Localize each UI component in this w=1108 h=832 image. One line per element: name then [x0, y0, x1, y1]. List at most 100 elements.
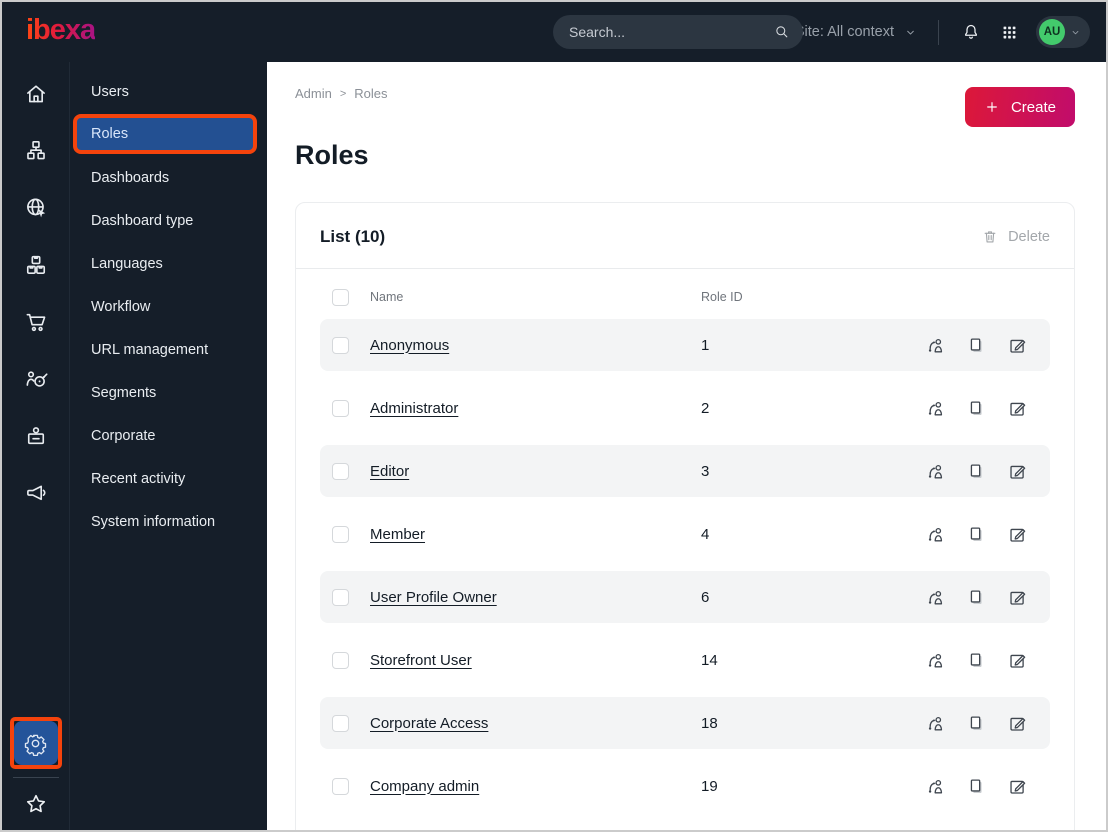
edit-button[interactable]	[1007, 776, 1028, 797]
copy-button[interactable]	[966, 398, 987, 419]
user-menu[interactable]: AU	[1036, 16, 1090, 48]
sidebar-item-label: Users	[91, 83, 129, 100]
edit-button[interactable]	[1007, 713, 1028, 734]
card-divider	[296, 268, 1074, 269]
edit-button[interactable]	[1007, 650, 1028, 671]
assign-user-icon	[925, 398, 946, 419]
role-name-link[interactable]: Corporate Access	[370, 715, 680, 732]
row-checkbox[interactable]	[332, 588, 349, 606]
rail-item-admin[interactable]	[13, 721, 58, 765]
global-search	[553, 15, 803, 49]
edit-button[interactable]	[1007, 461, 1028, 482]
role-name-link[interactable]: Member	[370, 526, 680, 543]
copy-icon	[966, 461, 987, 482]
row-checkbox[interactable]	[332, 651, 349, 669]
copy-button[interactable]	[966, 524, 987, 545]
assign-button[interactable]	[925, 650, 946, 671]
row-checkbox[interactable]	[332, 336, 349, 354]
sidebar-item-segments[interactable]: Segments	[70, 371, 267, 414]
rail-item-bookmarks[interactable]	[19, 787, 53, 821]
role-id-value: 4	[701, 525, 710, 543]
rail-item-site[interactable]	[23, 179, 49, 236]
assign-button[interactable]	[925, 587, 946, 608]
copy-button[interactable]	[966, 650, 987, 671]
edit-button[interactable]	[1007, 398, 1028, 419]
row-checkbox[interactable]	[332, 714, 349, 732]
table-row: Editor 3	[320, 445, 1050, 497]
row-actions	[925, 713, 1028, 734]
copy-button[interactable]	[966, 335, 987, 356]
row-actions	[925, 335, 1028, 356]
sidebar-item-system-information[interactable]: System information	[70, 500, 267, 543]
copy-icon	[966, 587, 987, 608]
sidebar-item-languages[interactable]: Languages	[70, 242, 267, 285]
role-name-link[interactable]: Editor	[370, 463, 680, 480]
edit-button[interactable]	[1007, 335, 1028, 356]
role-id-value: 3	[701, 462, 710, 480]
assign-button[interactable]	[925, 461, 946, 482]
sidebar-item-dashboards[interactable]: Dashboards	[70, 156, 267, 199]
sitemap-icon	[23, 138, 49, 164]
sidebar-item-users[interactable]: Users	[70, 70, 267, 113]
row-checkbox[interactable]	[332, 399, 349, 417]
sidebar-item-label: Recent activity	[91, 470, 186, 487]
copy-button[interactable]	[966, 587, 987, 608]
role-name-link[interactable]: Anonymous	[370, 337, 680, 354]
copy-button[interactable]	[966, 461, 987, 482]
rail-item-commerce[interactable]	[23, 293, 49, 350]
rail-item-marketing[interactable]	[23, 464, 49, 521]
sidebar-item-workflow[interactable]: Workflow	[70, 285, 267, 328]
row-checkbox[interactable]	[332, 525, 349, 543]
search-icon[interactable]	[773, 23, 790, 40]
assign-button[interactable]	[925, 335, 946, 356]
assign-user-icon	[925, 524, 946, 545]
table-row: Anonymous 1	[320, 319, 1050, 371]
roles-list-card: List (10) Delete Name Role ID Anonymous 1…	[295, 202, 1075, 830]
sidebar-item-dashboard-type[interactable]: Dashboard type	[70, 199, 267, 242]
role-name-link[interactable]: Storefront User	[370, 652, 680, 669]
rail-item-product-catalog[interactable]	[23, 236, 49, 293]
assign-button[interactable]	[925, 776, 946, 797]
breadcrumb-admin[interactable]: Admin	[295, 86, 332, 101]
assign-user-icon	[925, 587, 946, 608]
table-row: Company admin 19	[320, 760, 1050, 812]
role-name-link[interactable]: Administrator	[370, 400, 680, 417]
edit-button[interactable]	[1007, 524, 1028, 545]
create-button[interactable]: Create	[964, 87, 1075, 127]
rail-item-content-tree[interactable]	[23, 122, 49, 179]
rail-item-corporate[interactable]	[23, 407, 49, 464]
table-header: Name Role ID	[320, 275, 1050, 319]
sidebar-item-url-management[interactable]: URL management	[70, 328, 267, 371]
select-all-checkbox[interactable]	[332, 288, 349, 306]
sidebar-item-label: Roles	[91, 126, 129, 142]
row-checkbox[interactable]	[332, 777, 349, 795]
delete-button[interactable]: Delete	[981, 228, 1050, 246]
copy-button[interactable]	[966, 776, 987, 797]
grid-icon	[1000, 23, 1019, 42]
copy-icon	[966, 335, 987, 356]
sidebar-item-corporate[interactable]: Corporate	[70, 414, 267, 457]
edit-button[interactable]	[1007, 587, 1028, 608]
role-name-link[interactable]: Company admin	[370, 778, 680, 795]
assign-button[interactable]	[925, 398, 946, 419]
breadcrumb-roles[interactable]: Roles	[354, 86, 387, 101]
assign-button[interactable]	[925, 713, 946, 734]
assign-button[interactable]	[925, 524, 946, 545]
table-row: Storefront User 14	[320, 634, 1050, 686]
row-actions	[925, 776, 1028, 797]
copy-button[interactable]	[966, 713, 987, 734]
search-input[interactable]	[553, 15, 803, 49]
rail-item-personalization[interactable]	[23, 350, 49, 407]
edit-icon	[1007, 398, 1028, 419]
notifications-button[interactable]	[959, 20, 983, 44]
table-row: Member 4	[320, 508, 1050, 560]
row-checkbox[interactable]	[332, 462, 349, 480]
role-name-link[interactable]: User Profile Owner	[370, 589, 680, 606]
app-switcher-button[interactable]	[998, 21, 1021, 44]
row-actions	[925, 461, 1028, 482]
site-context-label: Site: All context	[794, 24, 894, 40]
ibexa-logo[interactable]: ibexa	[26, 15, 96, 49]
rail-item-home[interactable]	[23, 65, 49, 122]
sidebar-item-recent-activity[interactable]: Recent activity	[70, 457, 267, 500]
sidebar-item-roles[interactable]: Roles	[73, 114, 257, 154]
